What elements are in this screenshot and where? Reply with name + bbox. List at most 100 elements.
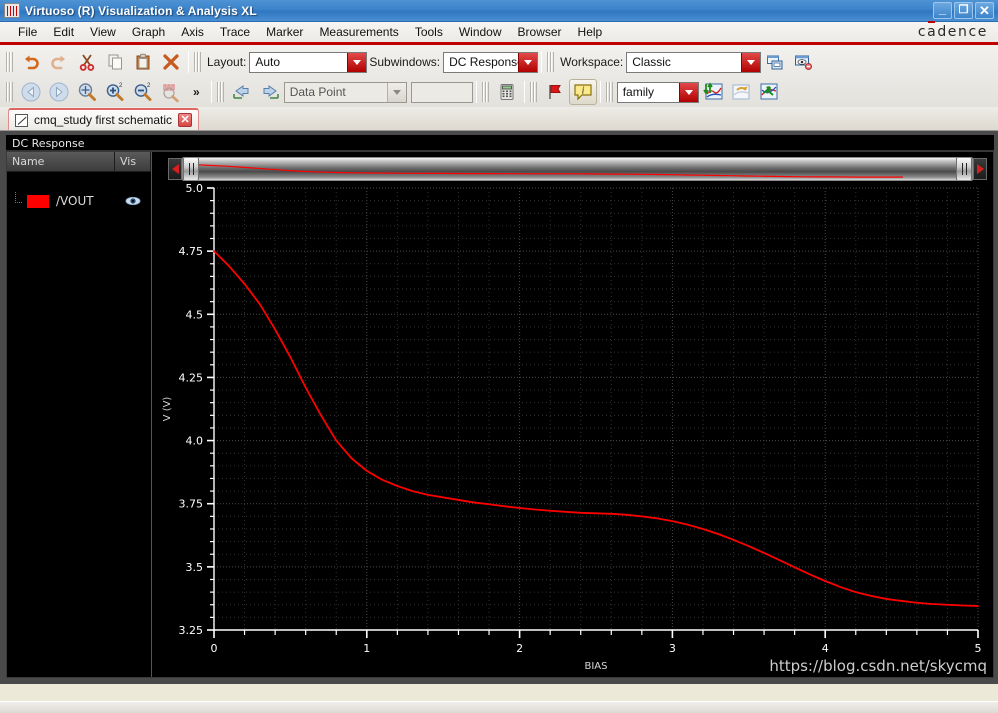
svg-text:4.75: 4.75 bbox=[179, 245, 204, 258]
swap-graph-icon[interactable] bbox=[727, 79, 755, 105]
scroll-track[interactable] bbox=[182, 157, 973, 181]
svg-text:BIAS: BIAS bbox=[585, 661, 608, 672]
toolbar-grip-annot[interactable] bbox=[529, 82, 537, 102]
zoom-in-icon[interactable]: 2 bbox=[101, 79, 129, 105]
flag-icon[interactable] bbox=[541, 79, 569, 105]
plot-area[interactable]: 3.25 3.5 3.75 4.0 4.25 4.5 4.75 5.0 V (V) 0 1 2 3 4 5 B… bbox=[152, 182, 993, 677]
chevron-down-icon bbox=[347, 52, 367, 72]
toolbar-grip-calc[interactable] bbox=[481, 82, 489, 102]
tab-close-button[interactable]: ✕ bbox=[178, 113, 193, 127]
tree-row[interactable]: /VOUT bbox=[7, 190, 151, 212]
layout-combo[interactable]: Auto bbox=[249, 51, 368, 73]
scroll-thumb-left-handle[interactable] bbox=[183, 158, 199, 180]
hide-window-icon[interactable] bbox=[789, 49, 817, 75]
menu-view[interactable]: View bbox=[82, 23, 124, 41]
watermark-text: https://blog.csdn.net/skycmq bbox=[769, 657, 987, 675]
scroll-right-arrow-icon[interactable] bbox=[973, 158, 987, 180]
chevron-down-icon bbox=[386, 82, 406, 102]
tab-label: cmq_study first schematic bbox=[34, 113, 173, 127]
toolbar-row-nav: 2 2 » Data Point i family bbox=[0, 77, 998, 107]
zoom-waveform-icon[interactable] bbox=[157, 79, 185, 105]
redo-icon[interactable] bbox=[45, 49, 73, 75]
delete-icon[interactable] bbox=[157, 49, 185, 75]
back-arrow-icon[interactable] bbox=[17, 79, 45, 105]
chevron-down-icon bbox=[678, 82, 698, 102]
menu-window[interactable]: Window bbox=[451, 23, 510, 41]
svg-text:3.25: 3.25 bbox=[179, 624, 204, 637]
menu-graph[interactable]: Graph bbox=[124, 23, 173, 41]
chevron-down-icon bbox=[741, 52, 761, 72]
schematic-icon bbox=[15, 113, 28, 127]
subwindows-combo[interactable]: DC Response bbox=[443, 51, 539, 73]
workspace-combo[interactable]: Classic bbox=[626, 51, 762, 73]
svg-text:4.0: 4.0 bbox=[186, 435, 204, 448]
horizontal-scrollbar[interactable] bbox=[168, 156, 987, 182]
toolbars: Layout: Auto Subwindows: DC Response Wor… bbox=[0, 45, 998, 107]
menu-file[interactable]: File bbox=[10, 23, 45, 41]
subwindows-label: Subwindows: bbox=[369, 55, 441, 69]
menu-edit[interactable]: Edit bbox=[45, 23, 82, 41]
menu-tools[interactable]: Tools bbox=[407, 23, 451, 41]
toolbar-row-edit: Layout: Auto Subwindows: DC Response Wor… bbox=[0, 47, 998, 77]
cadence-logo: cadence bbox=[917, 24, 988, 40]
dc-response-chart[interactable]: 3.25 3.5 3.75 4.0 4.25 4.5 4.75 5.0 V (V) 0 1 2 3 4 5 B… bbox=[152, 182, 990, 678]
zoom-fit-icon[interactable] bbox=[73, 79, 101, 105]
svg-text:3.5: 3.5 bbox=[186, 561, 204, 574]
menu-trace[interactable]: Trace bbox=[212, 23, 258, 41]
toolbar-grip-nav[interactable] bbox=[6, 82, 13, 102]
svg-text:2: 2 bbox=[516, 642, 523, 655]
menu-axis[interactable]: Axis bbox=[173, 23, 212, 41]
tabstrip: cmq_study first schematic ✕ bbox=[0, 107, 998, 131]
split-graph-icon[interactable] bbox=[699, 79, 727, 105]
toolbar-grip[interactable] bbox=[6, 52, 13, 72]
overlay-graph-icon[interactable] bbox=[755, 79, 783, 105]
eye-icon bbox=[125, 196, 141, 206]
menu-help[interactable]: Help bbox=[570, 23, 611, 41]
menu-browser[interactable]: Browser bbox=[510, 23, 570, 41]
toolbar-separator bbox=[188, 51, 189, 73]
family-value: family bbox=[622, 84, 655, 99]
marker-mode-value: Data Point bbox=[289, 84, 346, 99]
info-balloon-icon[interactable]: i bbox=[568, 79, 597, 105]
subwindows-value: DC Response bbox=[449, 54, 519, 69]
chevron-down-icon bbox=[518, 52, 538, 72]
tree-branch-icon bbox=[13, 192, 27, 210]
toolbar-overflow-button[interactable]: » bbox=[193, 85, 200, 99]
cut-icon[interactable] bbox=[73, 49, 101, 75]
subwindow-title: DC Response bbox=[6, 135, 994, 151]
marker-mode-combo[interactable]: Data Point bbox=[283, 81, 407, 103]
toolbar-grip-family[interactable] bbox=[605, 82, 613, 102]
toolbar-grip-marker[interactable] bbox=[216, 82, 224, 102]
calculator-icon[interactable] bbox=[493, 79, 521, 105]
layout-value: Auto bbox=[255, 54, 281, 69]
scroll-thumb-right-handle[interactable] bbox=[956, 158, 972, 180]
toolbar-grip-workspace[interactable] bbox=[547, 52, 555, 72]
toolbar-separator bbox=[210, 81, 212, 103]
marker-next-icon[interactable] bbox=[256, 79, 284, 105]
window-titlebar: Virtuoso (R) Visualization & Analysis XL… bbox=[0, 0, 998, 22]
minimize-button[interactable]: _ bbox=[933, 2, 952, 19]
close-button[interactable]: ✕ bbox=[975, 2, 994, 19]
save-window-icon[interactable] bbox=[761, 49, 789, 75]
waveform-icon bbox=[4, 3, 20, 18]
toolbar-separator bbox=[475, 81, 477, 103]
trace-color-swatch[interactable] bbox=[27, 194, 49, 208]
tab-schematic[interactable]: cmq_study first schematic ✕ bbox=[8, 108, 200, 130]
toolbar-separator bbox=[599, 81, 601, 103]
restore-button[interactable]: ❐ bbox=[954, 2, 973, 19]
scroll-left-arrow-icon[interactable] bbox=[168, 158, 182, 180]
zoom-out-icon[interactable]: 2 bbox=[129, 79, 157, 105]
marker-value-field[interactable] bbox=[410, 81, 473, 103]
forward-arrow-icon[interactable] bbox=[45, 79, 73, 105]
paste-icon[interactable] bbox=[129, 49, 157, 75]
svg-text:2: 2 bbox=[147, 83, 151, 89]
family-combo[interactable]: family bbox=[616, 81, 699, 103]
menu-measurements[interactable]: Measurements bbox=[311, 23, 406, 41]
workspace-label: Workspace: bbox=[560, 55, 624, 69]
copy-icon[interactable] bbox=[101, 49, 129, 75]
toolbar-grip-layout[interactable] bbox=[194, 52, 201, 72]
undo-icon[interactable] bbox=[17, 49, 45, 75]
menu-marker[interactable]: Marker bbox=[258, 23, 311, 41]
visibility-toggle[interactable] bbox=[115, 196, 151, 206]
marker-prev-icon[interactable] bbox=[228, 79, 256, 105]
